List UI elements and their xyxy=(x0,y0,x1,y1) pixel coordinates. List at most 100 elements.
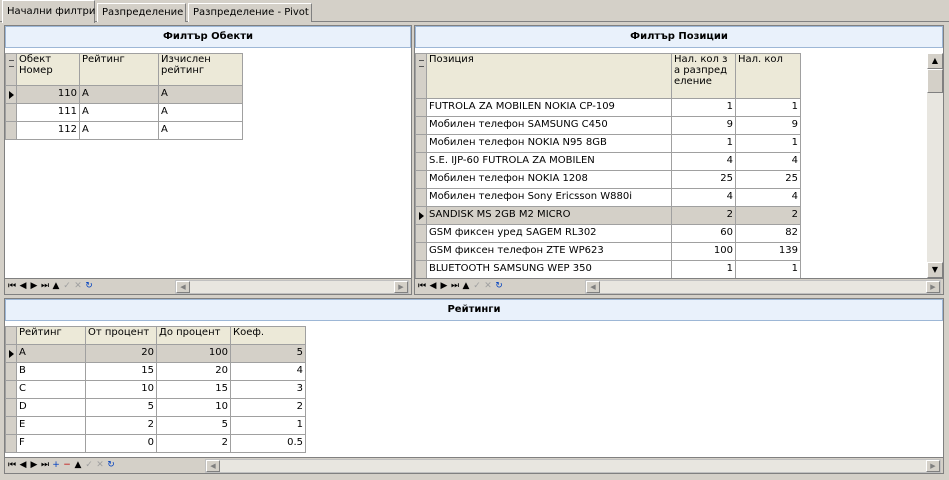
cell-alloc-qty[interactable]: 2 xyxy=(671,206,736,225)
post-record-button[interactable]: ✓ xyxy=(62,280,72,293)
prior-record-button[interactable]: ◀ xyxy=(428,280,438,293)
col-to-percent[interactable]: До процент xyxy=(156,326,231,345)
first-record-button[interactable]: ⏮ xyxy=(417,280,427,293)
prior-record-button[interactable]: ◀ xyxy=(18,459,28,472)
cancel-edit-button[interactable]: ✕ xyxy=(73,280,83,293)
table-row[interactable]: Мобилен телефон NOKIA 1208 25 25 xyxy=(415,170,801,189)
cell-alloc-qty[interactable]: 1 xyxy=(671,260,736,278)
col-from-percent[interactable]: От процент xyxy=(85,326,157,345)
table-row[interactable]: Мобилен телефон Sony Ericsson W880i 4 4 xyxy=(415,188,801,207)
scroll-thumb[interactable] xyxy=(927,69,943,93)
scroll-left-button[interactable]: ◀ xyxy=(206,460,220,472)
cell-to-percent[interactable]: 15 xyxy=(156,380,231,399)
positions-vscrollbar[interactable]: ▲ ▼ xyxy=(927,53,943,278)
last-record-button[interactable]: ⏭ xyxy=(40,280,50,293)
scroll-left-button[interactable]: ◀ xyxy=(176,281,190,293)
cell-alloc-qty[interactable]: 100 xyxy=(671,242,736,261)
table-row[interactable]: 112 A A xyxy=(5,121,243,140)
cell-coefficient[interactable]: 5 xyxy=(230,344,306,363)
cell-from-percent[interactable]: 10 xyxy=(85,380,157,399)
cell-rating[interactable]: A xyxy=(79,103,159,122)
scroll-right-button[interactable]: ▶ xyxy=(394,281,408,293)
cell-coefficient[interactable]: 3 xyxy=(230,380,306,399)
table-row[interactable]: E251 xyxy=(5,416,306,435)
post-record-button[interactable]: ✓ xyxy=(472,280,482,293)
post-record-button[interactable]: ✓ xyxy=(84,459,94,472)
cell-to-percent[interactable]: 2 xyxy=(156,434,231,453)
cell-qty[interactable]: 4 xyxy=(735,188,801,207)
cell-position[interactable]: Мобилен телефон Sony Ericsson W880i xyxy=(426,188,672,207)
cell-rating[interactable]: A xyxy=(79,121,159,140)
cell-qty[interactable]: 4 xyxy=(735,152,801,171)
cell-object-number[interactable]: 111 xyxy=(16,103,80,122)
scroll-right-button[interactable]: ▶ xyxy=(926,281,940,293)
cell-rating[interactable]: E xyxy=(16,416,86,435)
cell-from-percent[interactable]: 15 xyxy=(85,362,157,381)
cell-qty[interactable]: 1 xyxy=(735,98,801,117)
cell-coefficient[interactable]: 0.5 xyxy=(230,434,306,453)
tab-initial-filters[interactable]: Начални филтри xyxy=(2,0,95,23)
table-row[interactable]: Мобилен телефон SAMSUNG C450 9 9 xyxy=(415,116,801,135)
cell-coefficient[interactable]: 1 xyxy=(230,416,306,435)
col-alloc-qty[interactable]: Нал. кол за разпределение xyxy=(671,53,736,99)
cell-alloc-qty[interactable]: 25 xyxy=(671,170,736,189)
last-record-button[interactable]: ⏭ xyxy=(40,459,50,472)
cell-alloc-qty[interactable]: 60 xyxy=(671,224,736,243)
positions-grid[interactable]: Позиция Нал. кол за разпределение Нал. к… xyxy=(415,53,801,278)
tab-distribution[interactable]: Разпределение xyxy=(97,3,186,22)
cell-object-number[interactable]: 110 xyxy=(16,85,80,104)
cell-calculated-rating[interactable]: A xyxy=(158,103,243,122)
scroll-down-button[interactable]: ▼ xyxy=(927,262,943,278)
scroll-left-button[interactable]: ◀ xyxy=(586,281,600,293)
cell-qty[interactable]: 9 xyxy=(735,116,801,135)
cell-qty[interactable]: 139 xyxy=(735,242,801,261)
next-record-button[interactable]: ▶ xyxy=(29,280,39,293)
table-row[interactable]: 110 A A xyxy=(5,85,243,104)
objects-grid[interactable]: Обект Номер Рейтинг Изчислен рейтинг 110… xyxy=(5,53,243,140)
cell-alloc-qty[interactable]: 1 xyxy=(671,134,736,153)
cancel-edit-button[interactable]: ✕ xyxy=(95,459,105,472)
table-row[interactable]: 111 A A xyxy=(5,103,243,122)
cell-position[interactable]: BLUETOOTH SAMSUNG WEP 350 xyxy=(426,260,672,278)
insert-record-button[interactable]: + xyxy=(51,459,61,472)
table-row[interactable]: A 20 100 5 xyxy=(5,344,306,363)
scroll-right-button[interactable]: ▶ xyxy=(926,460,940,472)
cell-qty[interactable]: 1 xyxy=(735,134,801,153)
cell-qty[interactable]: 25 xyxy=(735,170,801,189)
last-record-button[interactable]: ⏭ xyxy=(450,280,460,293)
table-row[interactable]: S.E. IJP-60 FUTROLA ZA MOBILEN 4 4 xyxy=(415,152,801,171)
cell-coefficient[interactable]: 4 xyxy=(230,362,306,381)
cell-rating[interactable]: A xyxy=(79,85,159,104)
cell-position[interactable]: Мобилен телефон SAMSUNG C450 xyxy=(426,116,672,135)
cell-rating[interactable]: D xyxy=(16,398,86,417)
cell-rating[interactable]: B xyxy=(16,362,86,381)
table-row[interactable]: SANDISK MS 2GB M2 MICRO 2 2 xyxy=(415,206,801,225)
cell-rating[interactable]: F xyxy=(16,434,86,453)
cell-to-percent[interactable]: 100 xyxy=(156,344,231,363)
table-row[interactable]: BLUETOOTH SAMSUNG WEP 350 1 1 xyxy=(415,260,801,278)
cell-position[interactable]: S.E. IJP-60 FUTROLA ZA MOBILEN xyxy=(426,152,672,171)
table-row[interactable]: GSM фиксен уред SAGEM RL302 60 82 xyxy=(415,224,801,243)
col-coefficient[interactable]: Коеф. xyxy=(230,326,306,345)
delete-record-button[interactable]: − xyxy=(62,459,72,472)
table-row[interactable]: FUTROLA ZA MOBILEN NOKIA CP-109 1 1 xyxy=(415,98,801,117)
table-row[interactable]: Мобилен телефон NOKIA N95 8GB 1 1 xyxy=(415,134,801,153)
table-row[interactable]: B 15 20 4 xyxy=(5,362,306,381)
cell-from-percent[interactable]: 20 xyxy=(85,344,157,363)
edit-record-button[interactable]: ▲ xyxy=(73,459,83,472)
prior-record-button[interactable]: ◀ xyxy=(18,280,28,293)
cancel-edit-button[interactable]: ✕ xyxy=(483,280,493,293)
positions-hscrollbar[interactable]: ◀ ▶ xyxy=(585,280,941,294)
cell-coefficient[interactable]: 2 xyxy=(230,398,306,417)
cell-rating[interactable]: A xyxy=(16,344,86,363)
ratings-hscrollbar[interactable]: ◀ ▶ xyxy=(205,459,941,473)
table-row[interactable]: D 5 10 2 xyxy=(5,398,306,417)
refresh-button[interactable]: ↻ xyxy=(106,459,116,472)
cell-alloc-qty[interactable]: 1 xyxy=(671,98,736,117)
objects-hscrollbar[interactable]: ◀ ▶ xyxy=(175,280,409,294)
cell-position[interactable]: FUTROLA ZA MOBILEN NOKIA CP-109 xyxy=(426,98,672,117)
cell-from-percent[interactable]: 5 xyxy=(85,398,157,417)
cell-position[interactable]: GSM фиксен телефон ZTE WP623 xyxy=(426,242,672,261)
col-object-number[interactable]: Обект Номер xyxy=(16,53,80,86)
cell-calculated-rating[interactable]: A xyxy=(158,85,243,104)
